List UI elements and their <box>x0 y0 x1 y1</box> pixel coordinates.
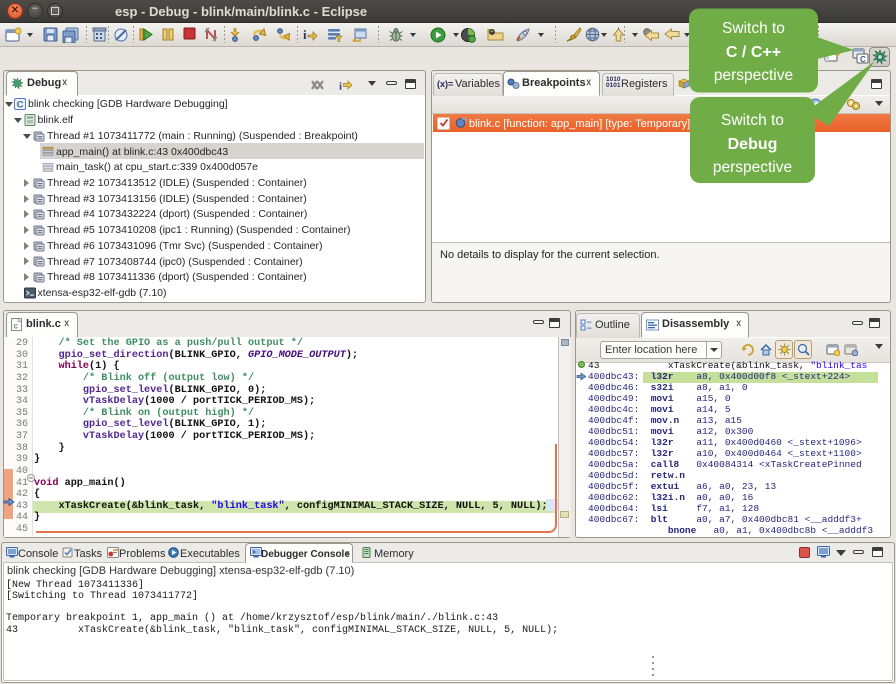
svg-text:c: c <box>14 322 19 331</box>
